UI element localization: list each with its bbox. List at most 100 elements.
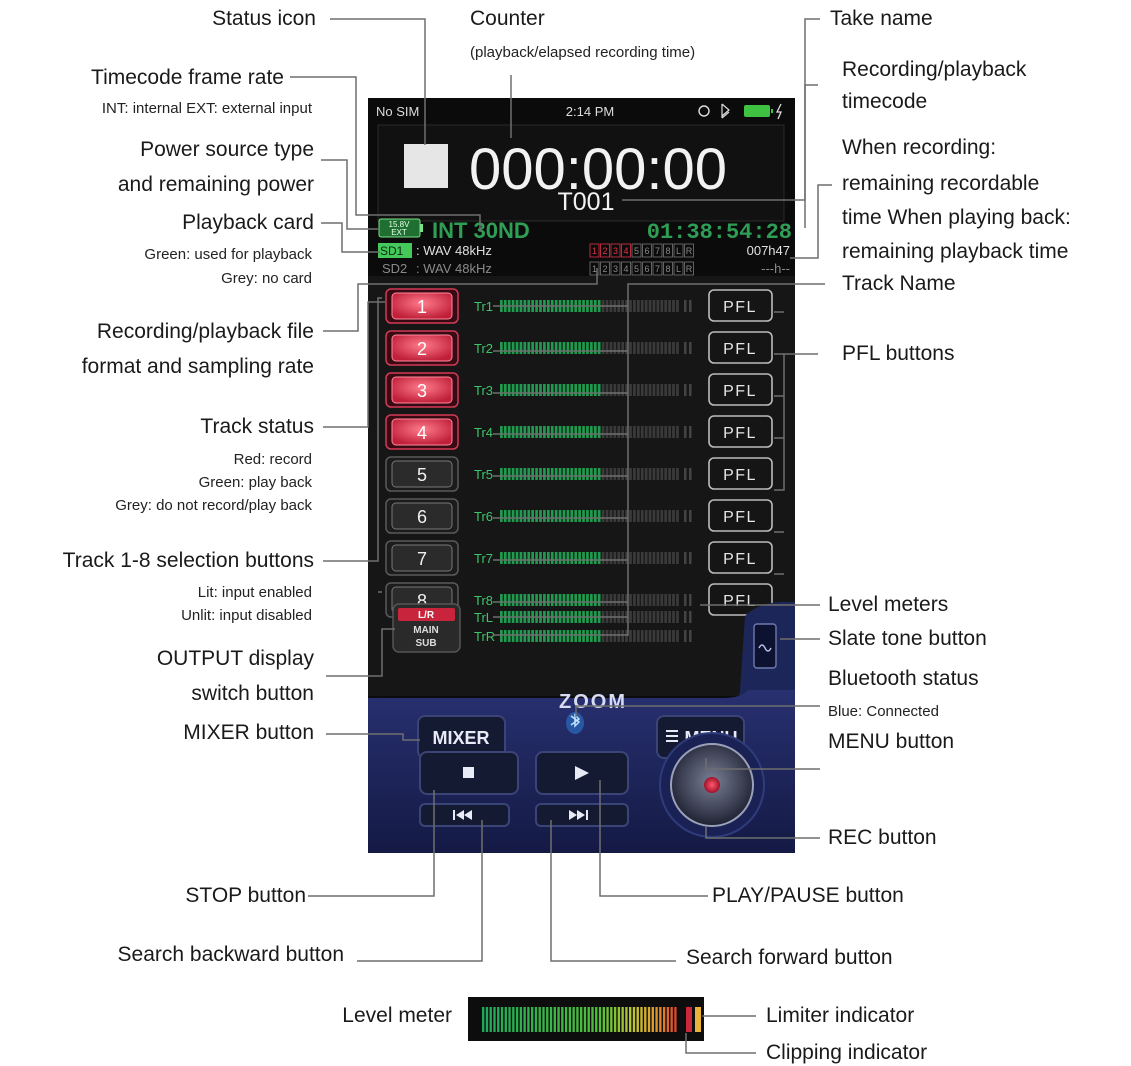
meter-segment	[586, 384, 589, 396]
track-select-button-4[interactable]: 4	[385, 414, 459, 450]
pfl-button-5[interactable]: PFL	[708, 457, 773, 490]
label-limiter-indicator: Limiter indicator	[766, 1004, 915, 1027]
meter-segment	[660, 342, 664, 354]
pfl-button-3[interactable]: PFL	[708, 373, 773, 406]
meter-limit-segment	[689, 552, 692, 564]
label-stop-button: STOP button	[185, 884, 306, 907]
meter-segment	[636, 552, 640, 564]
meter-segment	[523, 468, 527, 480]
meter-segment	[586, 468, 589, 480]
track-indicator-label: 8	[665, 246, 670, 256]
level-meter-segment	[561, 1007, 564, 1032]
meter-segment	[652, 510, 656, 522]
meter-segment	[586, 594, 589, 606]
meter-segment	[527, 630, 531, 642]
pfl-button-7[interactable]: PFL	[708, 541, 773, 574]
label-remaining-1: When recording:	[842, 136, 997, 159]
track-indicator-label: R	[686, 246, 693, 256]
output-display-switch-button[interactable]: L/R MAIN SUB	[392, 603, 461, 653]
meter-clip-segment	[684, 630, 687, 642]
meter-segment	[535, 510, 538, 522]
meter-segment	[570, 342, 574, 354]
meter-segment	[507, 510, 511, 522]
meter-segment	[601, 630, 605, 642]
track-indicator-label: 1	[592, 246, 597, 256]
play-pause-button[interactable]	[535, 751, 629, 795]
meter-segment	[597, 510, 601, 522]
meter-segment	[582, 384, 585, 396]
meter-segment	[593, 342, 597, 354]
meter-segment	[593, 510, 597, 522]
meter-segment	[590, 630, 593, 642]
label-mixer-button: MIXER button	[183, 721, 314, 744]
level-meter-segment	[512, 1007, 515, 1032]
meter-segment	[644, 468, 648, 480]
track-level-meter	[500, 510, 692, 522]
meter-segment	[515, 468, 519, 480]
meter-segment	[652, 342, 656, 354]
meter-segment	[648, 384, 652, 396]
meter-segment	[507, 426, 511, 438]
meter-segment	[535, 552, 538, 564]
stop-button[interactable]	[419, 751, 519, 795]
search-forward-button[interactable]	[535, 803, 629, 827]
meter-segment	[578, 426, 581, 438]
meter-segment	[519, 384, 523, 396]
meter-segment	[558, 552, 562, 564]
meter-segment	[570, 510, 574, 522]
meter-segment	[535, 468, 538, 480]
meter-segment	[664, 594, 668, 606]
meter-segment	[633, 611, 636, 623]
pfl-button-6[interactable]: PFL	[708, 499, 773, 532]
meter-segment	[644, 384, 648, 396]
level-meter-segment	[482, 1007, 485, 1032]
svg-text:SUB: SUB	[415, 638, 436, 649]
level-meter-segment	[640, 1007, 643, 1032]
pfl-button-4[interactable]: PFL	[708, 415, 773, 448]
track-number: 3	[417, 381, 427, 401]
meter-segment	[543, 384, 546, 396]
meter-segment	[629, 594, 632, 606]
rec-button[interactable]	[659, 732, 765, 838]
track-level-meter	[500, 342, 692, 354]
meter-segment	[609, 552, 613, 564]
label-output-display-2: switch button	[191, 682, 314, 705]
meter-segment	[566, 594, 570, 606]
meter-segment	[668, 300, 671, 312]
level-meter-detail	[468, 997, 704, 1041]
meter-segment	[597, 468, 601, 480]
leader-remaining	[790, 184, 832, 259]
meter-segment	[578, 594, 581, 606]
track-select-button-2[interactable]: 2	[385, 330, 459, 366]
track-select-button-5[interactable]: 5	[385, 456, 459, 492]
track-indicator-label: 5	[634, 246, 639, 256]
meter-segment	[621, 384, 625, 396]
label-track-name: Track Name	[842, 272, 956, 295]
meter-segment	[519, 552, 523, 564]
meter-segment	[582, 426, 585, 438]
meter-segment	[590, 552, 593, 564]
meter-segment	[566, 510, 570, 522]
meter-segment	[562, 594, 566, 606]
track-select-button-3[interactable]: 3	[385, 372, 459, 408]
track-select-button-1[interactable]: 1	[385, 288, 459, 324]
meter-segment	[613, 594, 617, 606]
meter-segment	[539, 552, 542, 564]
pfl-button-1[interactable]: PFL	[708, 289, 773, 322]
meter-segment	[668, 468, 671, 480]
meter-segment	[676, 630, 679, 642]
meter-segment	[566, 384, 570, 396]
level-meter-segment	[531, 1007, 534, 1032]
meter-segment	[593, 426, 597, 438]
track-select-button-7[interactable]: 7	[385, 540, 459, 576]
label-remaining-4: remaining playback time	[842, 240, 1069, 263]
level-meter-segment	[647, 1007, 651, 1032]
pfl-button-2[interactable]: PFL	[708, 331, 773, 364]
meter-segment	[629, 300, 632, 312]
clipping-indicator	[686, 1007, 692, 1032]
meter-segment	[554, 630, 558, 642]
track-select-button-6[interactable]: 6	[385, 498, 459, 534]
meter-segment	[636, 426, 640, 438]
meter-segment	[578, 468, 581, 480]
meter-limit-segment	[689, 342, 692, 354]
